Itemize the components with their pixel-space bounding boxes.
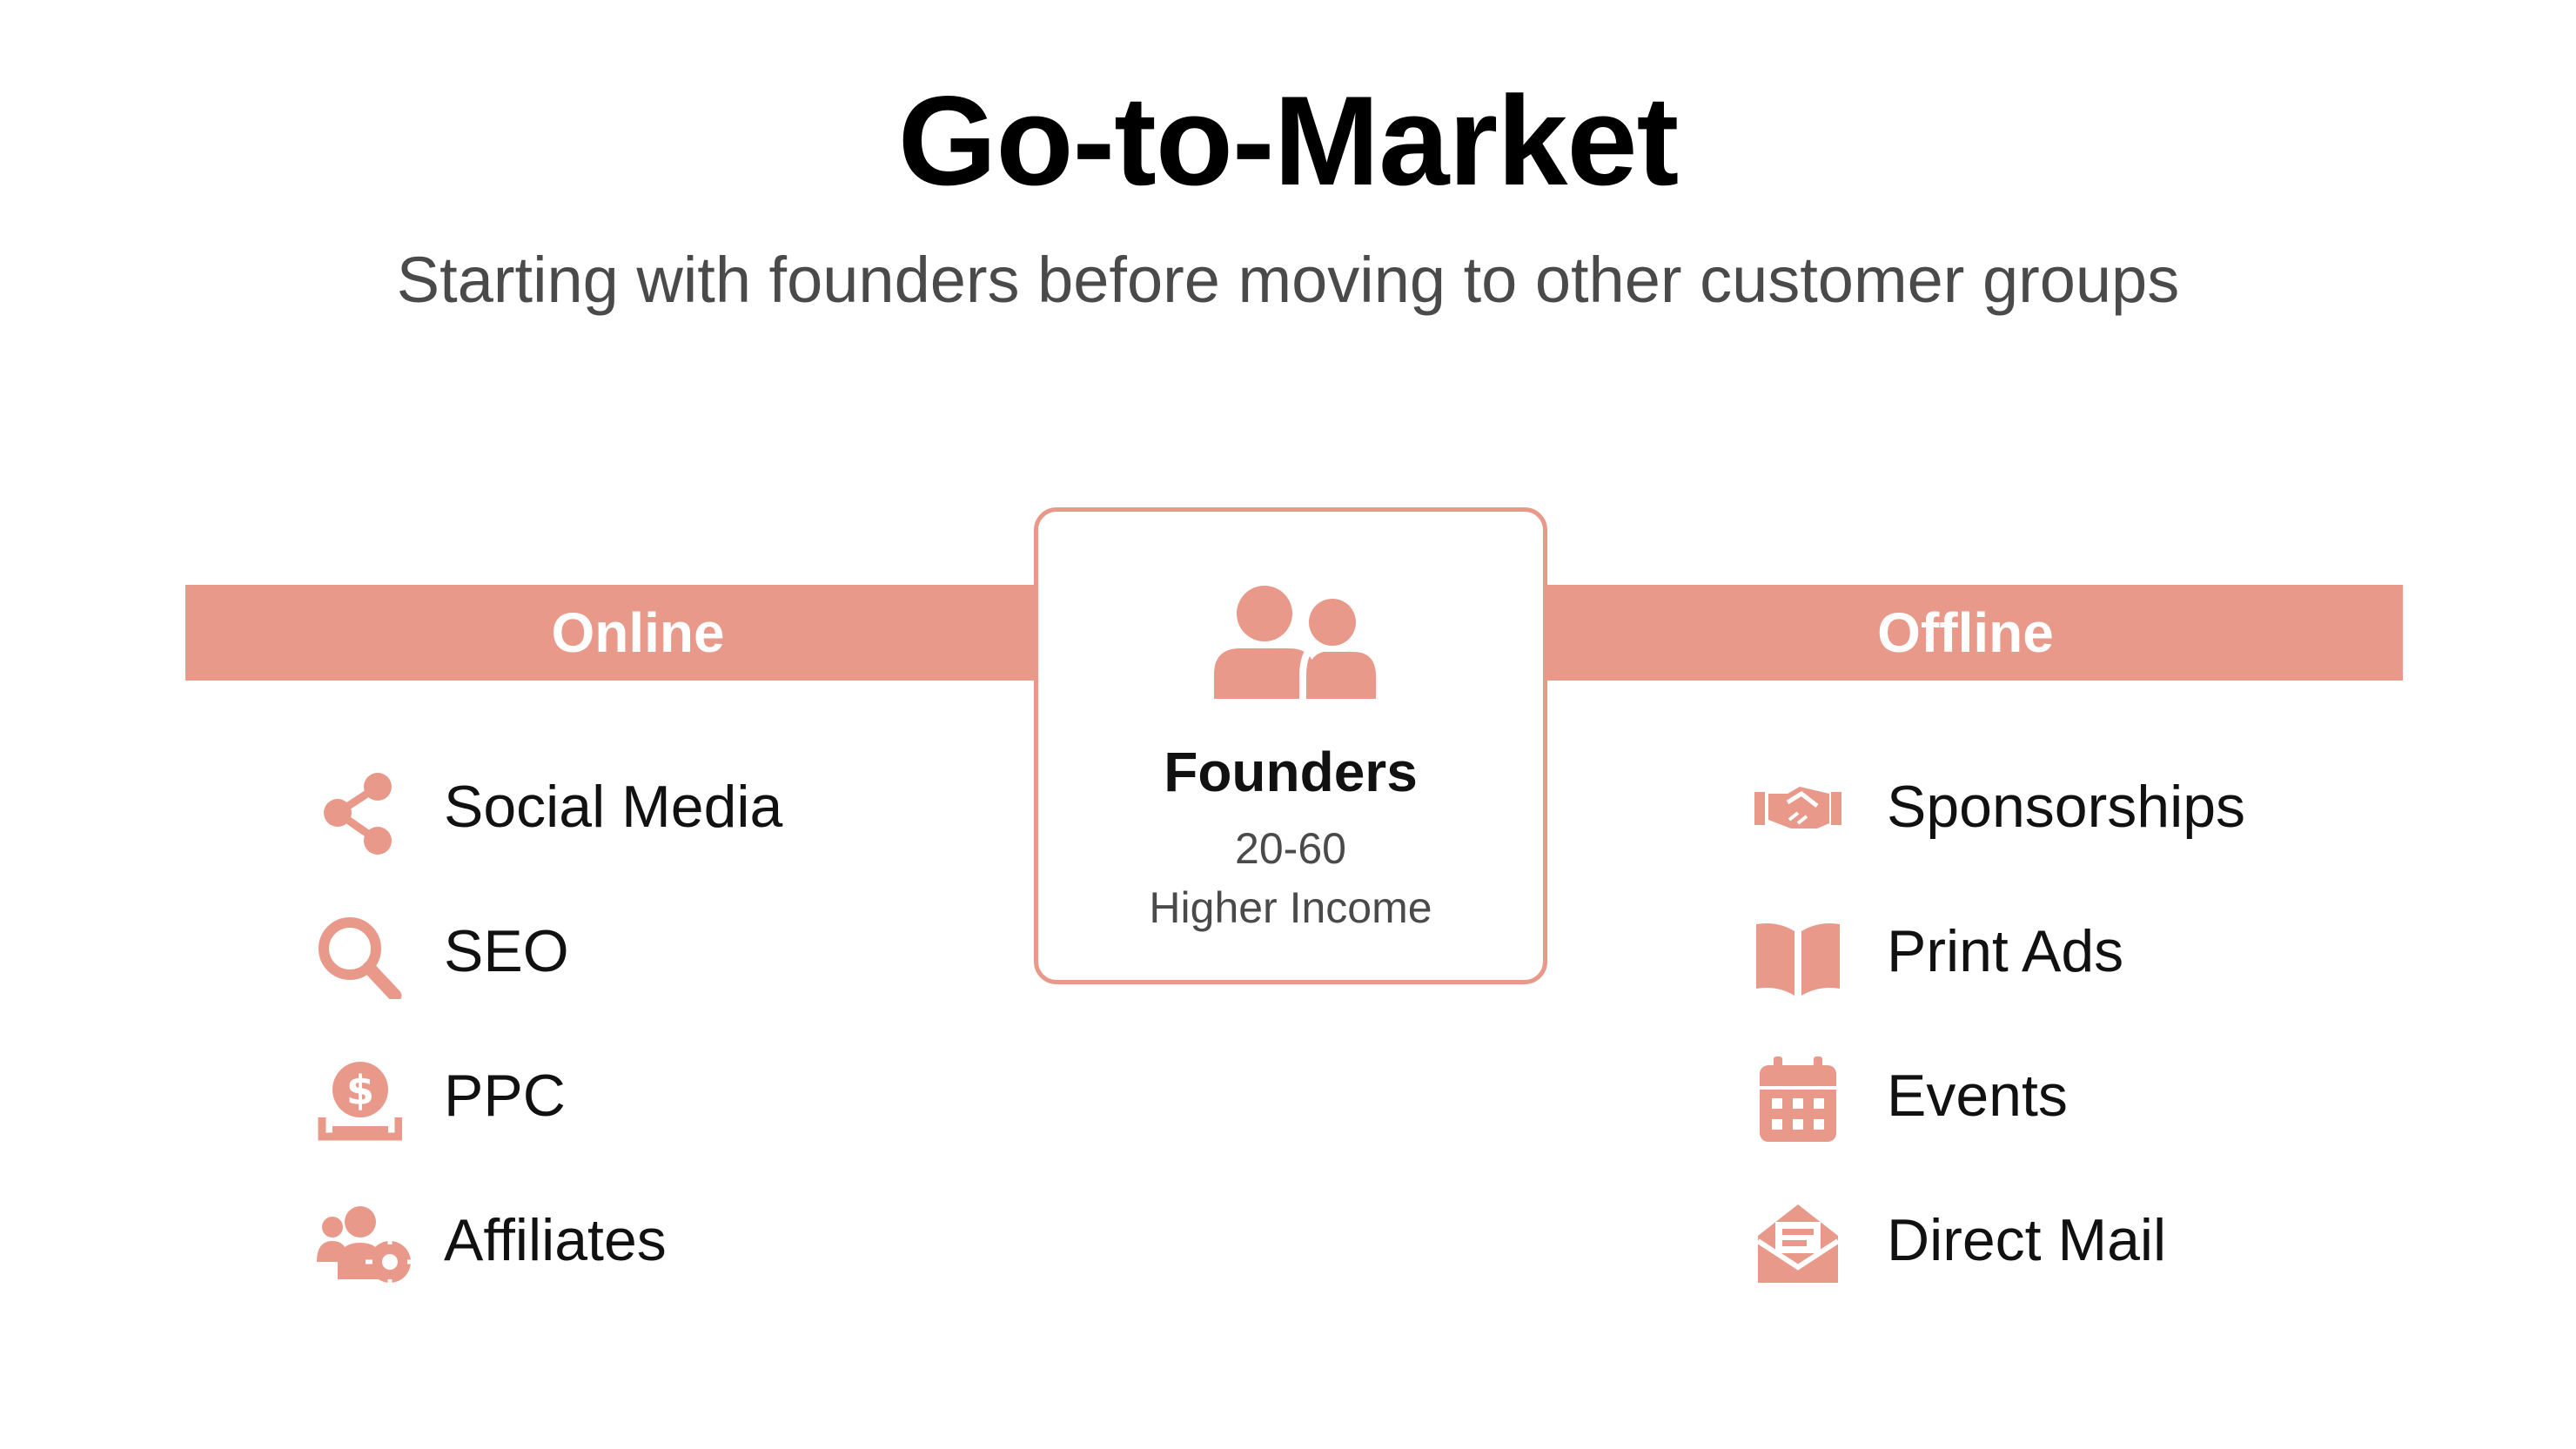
- dollar-coin-hand-icon: $: [315, 1057, 402, 1144]
- list-item-label: Direct Mail: [1887, 1207, 2167, 1273]
- list-item-label: Print Ads: [1887, 918, 2124, 984]
- center-age-range: 20-60: [1235, 824, 1346, 873]
- list-item-label: Events: [1887, 1063, 2068, 1129]
- list-item-label: Sponsorships: [1887, 774, 2246, 840]
- search-icon: [315, 912, 402, 999]
- handshake-icon: [1754, 768, 1841, 855]
- center-title: Founders: [1164, 741, 1418, 803]
- users-gear-icon: [315, 1201, 411, 1288]
- offline-label: Offline: [1877, 601, 2054, 664]
- share-icon: [315, 768, 402, 855]
- svg-text:$: $: [346, 1067, 374, 1114]
- online-label: Online: [551, 601, 725, 664]
- founders-card: Founders 20-60 Higher Income: [1034, 507, 1547, 984]
- center-income: Higher Income: [1149, 883, 1432, 932]
- envelope-open-icon: [1754, 1201, 1841, 1288]
- list-item-label: Social Media: [444, 774, 783, 840]
- page-subtitle: Starting with founders before moving to …: [396, 244, 2180, 316]
- offline-banner: Offline: [1476, 585, 2403, 681]
- list-item-label: SEO: [444, 918, 569, 984]
- page-title: Go-to-Market: [897, 70, 1679, 211]
- open-book-icon: [1754, 912, 1841, 999]
- online-banner: Online: [185, 585, 1112, 681]
- calendar-icon: [1754, 1057, 1841, 1144]
- list-item-label: PPC: [444, 1063, 566, 1129]
- users-icon: [1212, 586, 1378, 699]
- list-item-label: Affiliates: [444, 1207, 667, 1273]
